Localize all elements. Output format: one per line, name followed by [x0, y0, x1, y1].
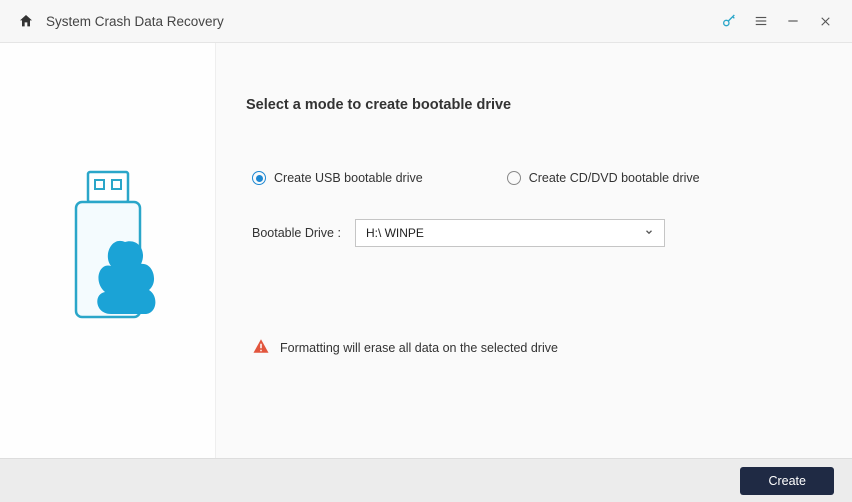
chevron-down-icon	[644, 227, 654, 240]
radio-group: Create USB bootable drive Create CD/DVD …	[246, 171, 822, 185]
bootable-drive-select[interactable]: H:\ WINPE	[355, 219, 665, 247]
radio-icon	[507, 171, 521, 185]
radio-usb-label: Create USB bootable drive	[274, 171, 423, 185]
radio-usb[interactable]: Create USB bootable drive	[252, 171, 423, 185]
minimize-icon[interactable]	[784, 12, 802, 30]
titlebar-right	[720, 12, 834, 30]
key-icon[interactable]	[720, 12, 738, 30]
close-icon[interactable]	[816, 12, 834, 30]
bootable-drive-row: Bootable Drive : H:\ WINPE	[246, 219, 822, 247]
main-panel: Select a mode to create bootable drive C…	[215, 43, 852, 458]
bootable-drive-label: Bootable Drive :	[252, 226, 341, 240]
page-heading: Select a mode to create bootable drive	[246, 97, 822, 113]
titlebar-left: System Crash Data Recovery	[18, 13, 720, 29]
window-title: System Crash Data Recovery	[46, 14, 224, 29]
radio-cddvd[interactable]: Create CD/DVD bootable drive	[507, 171, 700, 185]
warning-row: Formatting will erase all data on the se…	[246, 337, 822, 358]
content: Select a mode to create bootable drive C…	[0, 43, 852, 458]
radio-cddvd-label: Create CD/DVD bootable drive	[529, 171, 700, 185]
create-button[interactable]: Create	[740, 467, 834, 495]
footer: Create	[0, 458, 852, 502]
menu-icon[interactable]	[752, 12, 770, 30]
radio-icon	[252, 171, 266, 185]
bootable-drive-value: H:\ WINPE	[366, 226, 424, 240]
sidebar	[0, 43, 215, 458]
warning-icon	[252, 337, 270, 358]
usb-drive-illustration	[53, 164, 163, 337]
titlebar: System Crash Data Recovery	[0, 0, 852, 43]
warning-text: Formatting will erase all data on the se…	[280, 341, 558, 355]
home-icon[interactable]	[18, 13, 34, 29]
